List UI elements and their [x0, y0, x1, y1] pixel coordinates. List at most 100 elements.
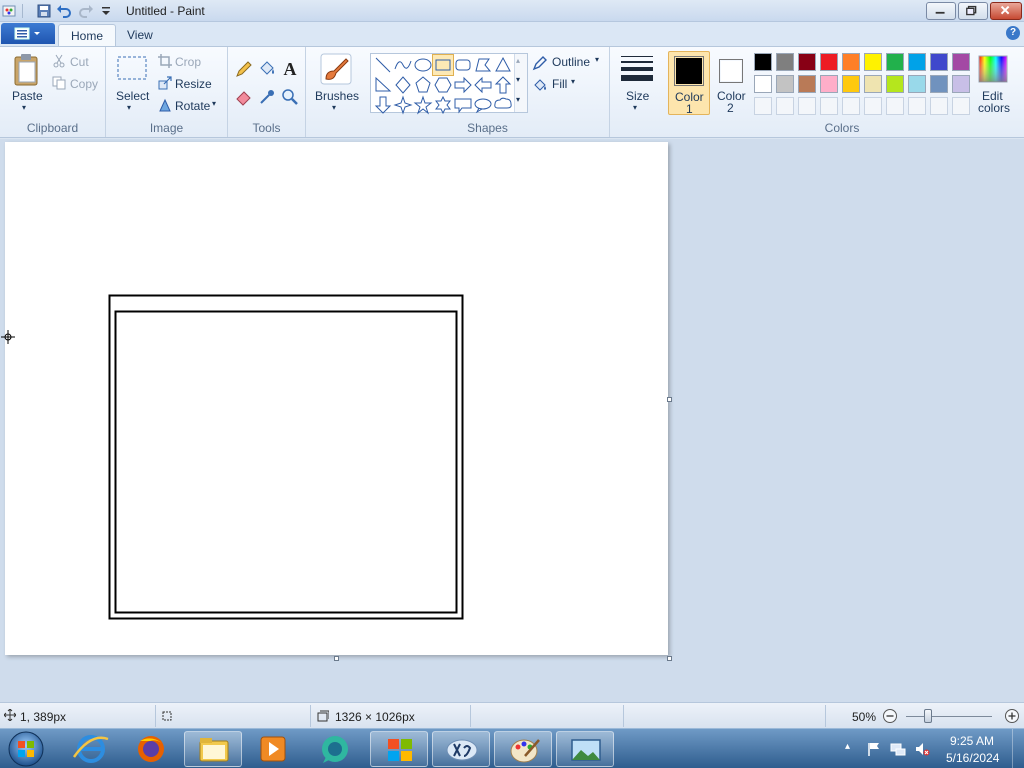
- palette-swatch[interactable]: [754, 53, 772, 71]
- show-hidden-icons-icon[interactable]: ▴: [845, 741, 850, 752]
- windows-taskbar-icon[interactable]: [370, 731, 428, 767]
- copy-button[interactable]: Copy: [70, 77, 98, 91]
- messenger-taskbar-icon[interactable]: [306, 731, 364, 767]
- chevron-down-icon[interactable]: ▾: [212, 99, 216, 108]
- palette-swatch[interactable]: [820, 53, 838, 71]
- palette-swatch[interactable]: [886, 53, 904, 71]
- line-shape-icon[interactable]: [373, 55, 393, 75]
- start-button[interactable]: [6, 730, 46, 768]
- palette-swatch[interactable]: [820, 75, 838, 93]
- custom-color-slot[interactable]: [886, 97, 904, 115]
- palette-swatch[interactable]: [842, 53, 860, 71]
- palette-swatch[interactable]: [776, 75, 794, 93]
- custom-color-slot[interactable]: [776, 97, 794, 115]
- cut-button[interactable]: Cut: [70, 55, 89, 69]
- zoom-slider-thumb[interactable]: [924, 709, 932, 723]
- paste-label[interactable]: Paste: [12, 89, 43, 103]
- crop-button[interactable]: Crop: [175, 55, 201, 69]
- canvas-resize-handle-bottom[interactable]: [334, 656, 339, 661]
- four-point-star-shape-icon[interactable]: [393, 95, 413, 115]
- undo-icon[interactable]: [56, 3, 72, 19]
- canvas-resize-handle-right[interactable]: [667, 397, 672, 402]
- file-menu-button[interactable]: [1, 23, 55, 44]
- palette-swatch[interactable]: [952, 53, 970, 71]
- chevron-down-icon[interactable]: ▾: [633, 103, 637, 112]
- custom-color-slot[interactable]: [908, 97, 926, 115]
- scroll-up-icon[interactable]: ▴: [516, 56, 520, 65]
- zoom-out-icon[interactable]: [882, 708, 898, 727]
- palette-swatch[interactable]: [754, 75, 772, 93]
- line-size-icon[interactable]: [620, 55, 654, 83]
- help-icon[interactable]: ?: [1006, 26, 1020, 40]
- chevron-down-icon[interactable]: ▾: [571, 77, 575, 86]
- custom-color-slot[interactable]: [930, 97, 948, 115]
- chevron-down-icon[interactable]: ▾: [22, 103, 26, 112]
- copy-icon[interactable]: [52, 76, 66, 93]
- palette-swatch[interactable]: [930, 75, 948, 93]
- text-tool-icon[interactable]: A: [280, 59, 300, 79]
- network-icon[interactable]: [890, 741, 906, 760]
- left-arrow-shape-icon[interactable]: [473, 75, 493, 95]
- curve-shape-icon[interactable]: [393, 55, 413, 75]
- action-center-flag-icon[interactable]: [866, 741, 882, 760]
- volume-muted-icon[interactable]: [914, 741, 930, 760]
- fill-bucket-icon[interactable]: [257, 59, 277, 79]
- cloud-callout-shape-icon[interactable]: [493, 95, 513, 115]
- internet-explorer-taskbar-icon[interactable]: [62, 731, 120, 767]
- eraser-icon[interactable]: [234, 87, 254, 107]
- palette-swatch[interactable]: [930, 53, 948, 71]
- color-picker-icon[interactable]: [257, 87, 277, 107]
- resize-icon[interactable]: [158, 76, 172, 93]
- polygon-shape-icon[interactable]: [473, 55, 493, 75]
- rectangle-shape-icon[interactable]: [432, 54, 454, 76]
- color-1-button[interactable]: Color 1: [668, 51, 710, 116]
- six-point-star-shape-icon[interactable]: [433, 95, 453, 115]
- oval-callout-shape-icon[interactable]: [473, 95, 493, 115]
- brush-icon[interactable]: [320, 53, 352, 85]
- up-arrow-shape-icon[interactable]: [493, 75, 513, 95]
- clock-date[interactable]: 5/16/2024: [946, 751, 999, 765]
- hexagon-shape-icon[interactable]: [433, 75, 453, 95]
- math-input-taskbar-icon[interactable]: [432, 731, 490, 767]
- outline-icon[interactable]: [532, 55, 548, 74]
- custom-color-slot[interactable]: [952, 97, 970, 115]
- palette-swatch[interactable]: [842, 75, 860, 93]
- palette-swatch[interactable]: [886, 75, 904, 93]
- down-arrow-shape-icon[interactable]: [373, 95, 393, 115]
- right-triangle-shape-icon[interactable]: [373, 75, 393, 95]
- triangle-shape-icon[interactable]: [493, 55, 513, 75]
- paint-app-icon[interactable]: [2, 3, 18, 19]
- expand-gallery-icon[interactable]: ▾: [516, 95, 520, 104]
- palette-swatch[interactable]: [908, 75, 926, 93]
- edit-colors-label-2[interactable]: colors: [978, 101, 1010, 115]
- crop-icon[interactable]: [158, 54, 172, 71]
- palette-swatch[interactable]: [908, 53, 926, 71]
- outline-button[interactable]: Outline: [552, 55, 590, 69]
- media-player-taskbar-icon[interactable]: [244, 731, 302, 767]
- drawing-canvas[interactable]: [5, 142, 668, 655]
- minimize-button[interactable]: [926, 2, 956, 20]
- custom-color-slot[interactable]: [754, 97, 772, 115]
- palette-swatch[interactable]: [952, 75, 970, 93]
- rounded-rectangle-shape-icon[interactable]: [453, 55, 473, 75]
- rotate-icon[interactable]: [158, 98, 172, 115]
- file-explorer-taskbar-icon[interactable]: [184, 731, 242, 767]
- custom-color-slot[interactable]: [842, 97, 860, 115]
- tab-view[interactable]: View: [115, 24, 165, 46]
- select-button[interactable]: Select: [116, 89, 149, 103]
- custom-color-slot[interactable]: [798, 97, 816, 115]
- zoom-in-icon[interactable]: [1004, 708, 1020, 727]
- zoom-slider-track[interactable]: [906, 716, 992, 717]
- size-button[interactable]: Size: [626, 89, 649, 103]
- custom-color-slot[interactable]: [820, 97, 838, 115]
- select-icon[interactable]: [116, 55, 148, 83]
- right-arrow-shape-icon[interactable]: [453, 75, 473, 95]
- fill-icon[interactable]: [532, 77, 548, 96]
- brushes-button[interactable]: Brushes: [315, 89, 359, 103]
- canvas-resize-handle-corner[interactable]: [667, 656, 672, 661]
- custom-color-slot[interactable]: [864, 97, 882, 115]
- palette-swatch[interactable]: [798, 53, 816, 71]
- palette-swatch[interactable]: [798, 75, 816, 93]
- chevron-down-icon[interactable]: ▾: [332, 103, 336, 112]
- palette-swatch[interactable]: [776, 53, 794, 71]
